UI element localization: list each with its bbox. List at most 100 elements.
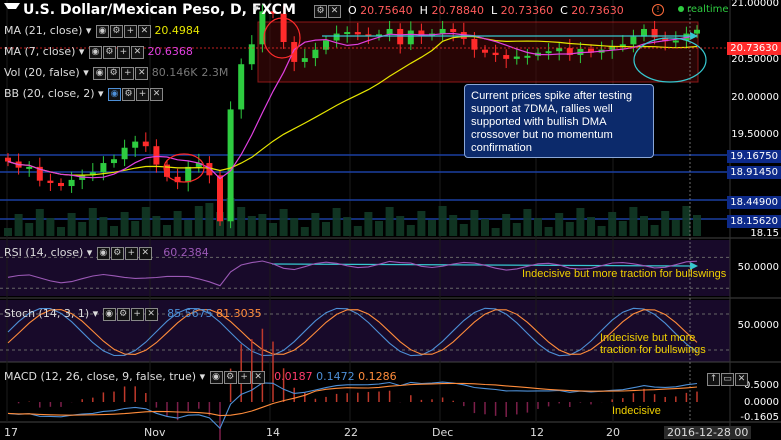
close-icon: ✕ [130, 45, 144, 59]
candle-body [227, 109, 234, 222]
add-icon: + [136, 87, 150, 101]
price-label: 18.15 [750, 228, 779, 239]
volume-bar [57, 227, 65, 236]
volume-bar [173, 211, 182, 236]
volume-bar [14, 214, 23, 236]
candle-body [397, 28, 404, 45]
add-icon: + [116, 45, 130, 59]
candle-body [545, 51, 552, 54]
volume-bar [396, 216, 405, 236]
title-dropdown-arrow-icon[interactable]: ▾ [253, 2, 259, 15]
volume-bar [67, 213, 76, 236]
settings-icon: ⚙ [109, 24, 123, 38]
close-icon: ✕ [251, 370, 265, 384]
volume-bar [587, 217, 595, 236]
volume-bar [661, 211, 670, 236]
volume-bar [682, 206, 691, 236]
stoch-annotation: Indecisive but more traction for bullswi… [600, 332, 706, 356]
add-icon: + [130, 307, 144, 321]
candle-body [450, 28, 457, 33]
volume-bar [131, 221, 140, 236]
realtime-indicator[interactable]: ! realtime [652, 2, 729, 16]
volume-bar [120, 212, 129, 236]
volume-bar [237, 207, 246, 236]
ma7-legend[interactable]: MA (7, close) ▾ ◉ ⚙ + ✕ 20.6368 [4, 45, 193, 59]
candle-body [100, 163, 107, 173]
title-buttons: ⚙ ✕ [313, 4, 341, 18]
analysis-note-box: Current prices spike after testing suppo… [464, 84, 654, 158]
close-icon: ✕ [138, 246, 152, 260]
eye-icon: ◉ [209, 370, 223, 384]
settings-icon[interactable]: ⚙ [314, 4, 327, 18]
vol-legend[interactable]: Vol (20, false) ▾ ◉ ⚙ + ✕ 80.146K 2.3M [4, 66, 228, 80]
candle-body [672, 40, 679, 43]
candle-body [5, 157, 11, 162]
bb-legend[interactable]: BB (20, close, 2) ▾ ◉ ⚙ + ✕ [4, 87, 164, 101]
settings-icon: ⚙ [116, 307, 130, 321]
volume-bar [565, 222, 574, 236]
volume-bar [608, 212, 617, 236]
bb-lower-tag: 18.44900 [727, 196, 781, 209]
volume-bar [502, 214, 511, 236]
x-axis-label: 17 [4, 426, 18, 439]
candle-body [503, 55, 510, 59]
volume-bar [544, 227, 553, 236]
volume-bar [353, 226, 362, 236]
volume-bar [640, 216, 648, 236]
x-axis-label: 12 [530, 426, 544, 439]
volume-bar [671, 220, 680, 236]
volume-bar [459, 224, 468, 236]
volume-bar [88, 208, 97, 236]
add-icon: + [121, 66, 135, 80]
stoch-legend[interactable]: Stoch (14, 3, 1) ▾ ◉ ⚙ + ✕ 85.5675 81.3035 [4, 307, 262, 321]
volume-bar [343, 217, 352, 236]
candle-body [333, 33, 340, 41]
volume-bar [618, 221, 627, 236]
candle-body [386, 28, 393, 35]
candle-body [407, 30, 414, 45]
volume-bar [269, 223, 277, 236]
ohlc-readout: O 20.75640 H 20.78840 L 20.73360 C 20.73… [348, 4, 624, 17]
settings-icon: ⚙ [223, 370, 237, 384]
volume-bar [194, 206, 203, 236]
close-icon[interactable]: ✕ [735, 372, 748, 386]
volume-bar [693, 215, 701, 236]
macd-axis-label: 0.5000 [744, 380, 779, 391]
candle-body [301, 58, 308, 62]
volume-bar [163, 225, 171, 236]
volume-bar [300, 227, 309, 236]
move-up-icon[interactable]: ↑ [707, 372, 720, 386]
candle-body [482, 49, 488, 53]
settings-icon: ⚙ [102, 45, 116, 59]
close-icon: ✕ [135, 66, 149, 80]
volume-bar [78, 222, 87, 236]
rsi-axis-label: 50.0000 [737, 262, 779, 273]
candle-body [217, 175, 223, 222]
price-label: 20.00000 [731, 92, 779, 103]
candle-body [354, 32, 361, 35]
eye-icon: ◉ [102, 307, 116, 321]
candle-body [185, 166, 192, 183]
volume-bar [597, 226, 606, 236]
maximize-icon[interactable]: ▭ [721, 372, 734, 386]
volume-bar [470, 210, 479, 236]
candle-body [248, 44, 255, 65]
ma21-legend[interactable]: MA (21, close) ▾ ◉ ⚙ + ✕ 20.4984 [4, 24, 200, 38]
volume-bar [110, 226, 118, 236]
candle-body [142, 141, 149, 147]
macd-legend[interactable]: MACD (12, 26, close, 9, false, true) ▾ ◉… [4, 370, 397, 384]
volume-bar [491, 228, 500, 236]
volume-bar [184, 220, 193, 236]
volume-bar [35, 209, 44, 236]
volume-bar [25, 223, 34, 236]
close-icon[interactable]: ✕ [328, 4, 341, 18]
price-label: 20.50000 [731, 54, 779, 65]
volume-bar [99, 217, 108, 236]
candle-body [439, 28, 446, 34]
eye-icon: ◉ [96, 246, 110, 260]
macd-axis-label: -0.1605 [740, 412, 779, 423]
rsi-legend[interactable]: RSI (14, close) ▾ ◉ ⚙ + ✕ 60.2384 [4, 246, 209, 260]
collapse-arrow-icon[interactable] [4, 3, 20, 17]
volume-bar [4, 228, 12, 236]
current-price-tag: 20.73630 [727, 42, 781, 55]
